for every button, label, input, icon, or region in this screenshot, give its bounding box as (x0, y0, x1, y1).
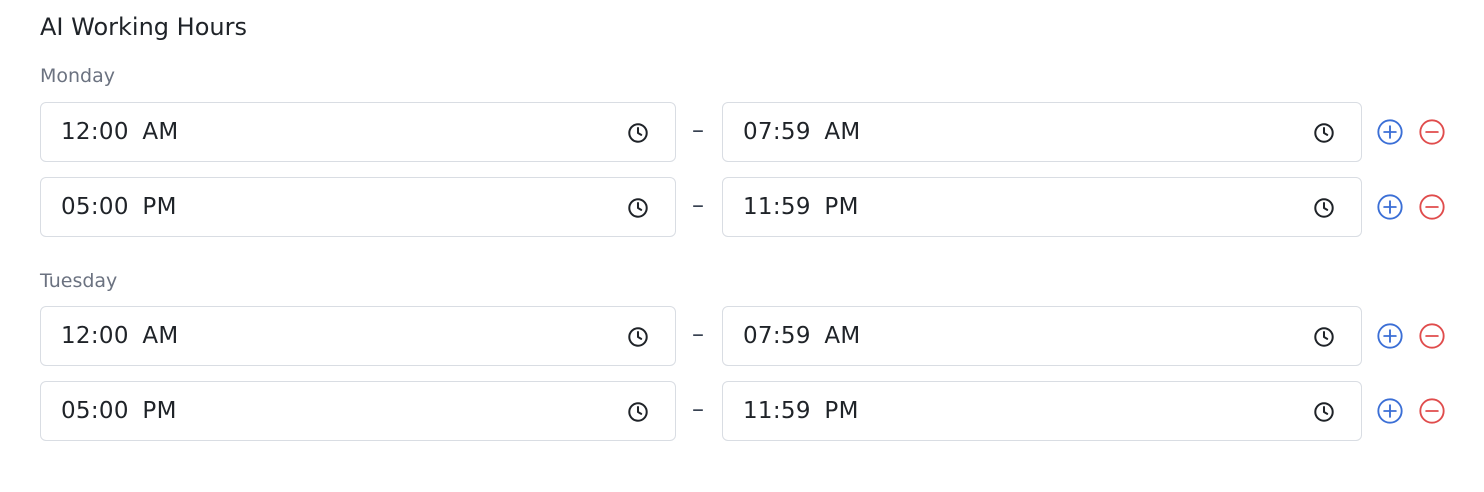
start-time-input[interactable]: 12:00 AM (40, 102, 676, 162)
start-time-input[interactable]: 05:00 PM (40, 177, 676, 237)
plus-circle-icon[interactable] (1376, 193, 1404, 221)
time-slot-row: 05:00 PM – 11:59 PM (40, 381, 1460, 443)
start-time-input[interactable]: 12:00 AM (40, 306, 676, 366)
end-time-value: 11:59 PM (743, 194, 859, 220)
start-time-input[interactable]: 05:00 PM (40, 381, 676, 441)
start-time-value: 05:00 PM (61, 194, 177, 220)
start-time-value: 05:00 PM (61, 398, 177, 424)
start-time-value: 12:00 AM (61, 119, 179, 145)
clock-icon[interactable] (1313, 401, 1335, 423)
minus-circle-icon[interactable] (1418, 118, 1446, 146)
end-time-input[interactable]: 07:59 AM (722, 102, 1362, 162)
plus-circle-icon[interactable] (1376, 322, 1404, 350)
end-time-value: 07:59 AM (743, 323, 861, 349)
clock-icon[interactable] (627, 122, 649, 144)
end-time-value: 07:59 AM (743, 119, 861, 145)
clock-icon[interactable] (627, 197, 649, 219)
start-time-value: 12:00 AM (61, 323, 179, 349)
end-time-input[interactable]: 11:59 PM (722, 381, 1362, 441)
range-separator: – (692, 320, 704, 348)
minus-circle-icon[interactable] (1418, 397, 1446, 425)
plus-circle-icon[interactable] (1376, 397, 1404, 425)
day-label-tuesday: Tuesday (40, 270, 118, 292)
minus-circle-icon[interactable] (1418, 322, 1446, 350)
clock-icon[interactable] (1313, 326, 1335, 348)
time-slot-row: 12:00 AM – 07:59 AM (40, 102, 1460, 164)
minus-circle-icon[interactable] (1418, 193, 1446, 221)
range-separator: – (692, 191, 704, 219)
plus-circle-icon[interactable] (1376, 118, 1404, 146)
range-separator: – (692, 395, 704, 423)
time-slot-row: 05:00 PM – 11:59 PM (40, 177, 1460, 239)
time-slot-row: 12:00 AM – 07:59 AM (40, 306, 1460, 368)
end-time-input[interactable]: 07:59 AM (722, 306, 1362, 366)
clock-icon[interactable] (1313, 197, 1335, 219)
clock-icon[interactable] (627, 401, 649, 423)
clock-icon[interactable] (1313, 122, 1335, 144)
page-title: AI Working Hours (40, 13, 247, 41)
day-label-monday: Monday (40, 65, 116, 87)
clock-icon[interactable] (627, 326, 649, 348)
end-time-input[interactable]: 11:59 PM (722, 177, 1362, 237)
range-separator: – (692, 116, 704, 144)
end-time-value: 11:59 PM (743, 398, 859, 424)
